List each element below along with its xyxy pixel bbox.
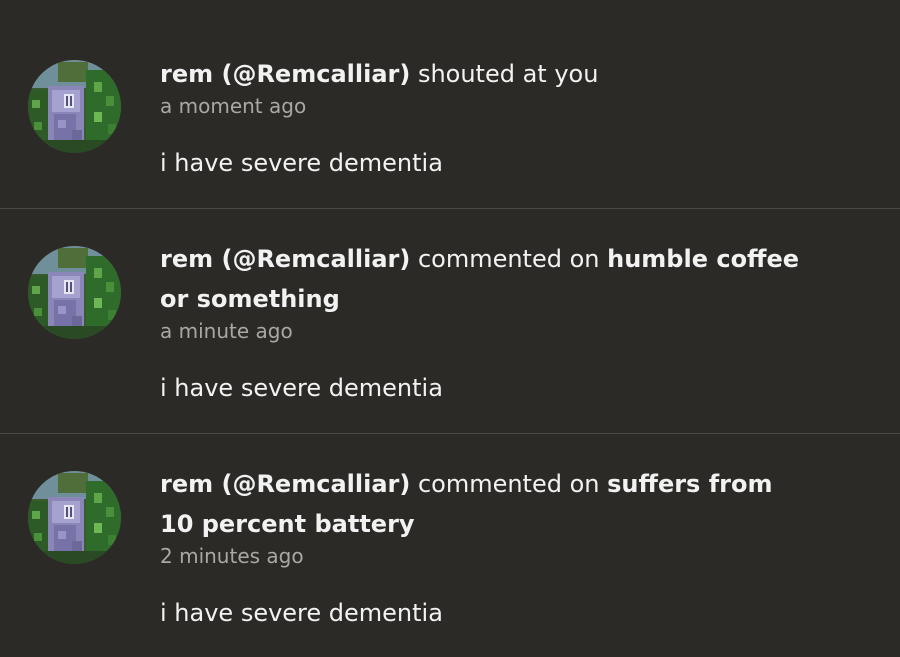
notification-feed: rem (@Remcalliar) shouted at you a momen… [0, 0, 900, 657]
minecraft-avatar-icon [28, 471, 121, 564]
avatar[interactable] [28, 471, 121, 564]
user-link[interactable]: rem (@Remcalliar) [160, 60, 410, 88]
notification-headline: rem (@Remcalliar) shouted at you [160, 54, 800, 94]
action-text: commented on [410, 470, 608, 498]
timestamp: a minute ago [160, 319, 293, 343]
minecraft-avatar-icon [28, 246, 121, 339]
notification-content: rem (@Remcalliar) commented on humble co… [160, 239, 860, 404]
minecraft-avatar-icon [28, 60, 121, 153]
notification-headline: rem (@Remcalliar) commented on suffers f… [160, 464, 800, 544]
notification-item[interactable]: rem (@Remcalliar) commented on humble co… [0, 209, 900, 433]
notification-content: rem (@Remcalliar) shouted at you a momen… [160, 54, 860, 179]
notification-message: i have severe dementia [160, 599, 443, 627]
notification-headline: rem (@Remcalliar) commented on humble co… [160, 239, 800, 319]
avatar[interactable] [28, 246, 121, 339]
notification-item[interactable]: rem (@Remcalliar) commented on suffers f… [0, 434, 900, 657]
user-link[interactable]: rem (@Remcalliar) [160, 245, 410, 273]
notification-message: i have severe dementia [160, 149, 443, 177]
notification-message: i have severe dementia [160, 374, 443, 402]
action-text: shouted at you [410, 60, 599, 88]
notification-item[interactable]: rem (@Remcalliar) shouted at you a momen… [0, 0, 900, 208]
avatar[interactable] [28, 60, 121, 153]
timestamp: a moment ago [160, 94, 307, 118]
user-link[interactable]: rem (@Remcalliar) [160, 470, 410, 498]
timestamp: 2 minutes ago [160, 544, 304, 568]
notification-content: rem (@Remcalliar) commented on suffers f… [160, 464, 860, 629]
action-text: commented on [410, 245, 608, 273]
